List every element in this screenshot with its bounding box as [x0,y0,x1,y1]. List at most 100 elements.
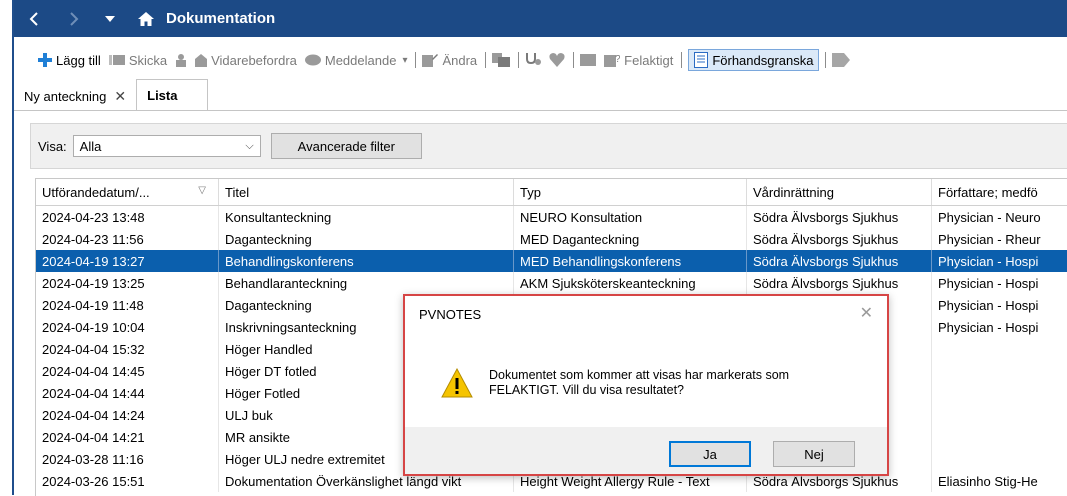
table-cell [932,338,1067,360]
back-arrow-icon[interactable] [24,11,44,26]
table-cell: 2024-03-28 11:16 [36,448,219,470]
table-cell: 2024-04-19 10:04 [36,316,219,338]
send-icon [108,55,125,65]
stethoscope-icon [526,53,542,65]
visa-label: Visa: [38,138,67,154]
visa-selected-value: Alla [79,138,102,154]
send-button[interactable]: Skicka [108,53,167,68]
sign-button[interactable] [525,53,542,67]
table-cell: Physician - Hospi [932,250,1067,272]
toolbar-separator [415,52,417,68]
table-cell: Södra Älvsborgs Sjukhus [747,250,932,272]
table-cell: 2024-04-04 14:21 [36,426,219,448]
heart-icon [549,53,565,67]
speech-bubble-icon [304,54,321,66]
column-header[interactable]: Typ [514,179,747,205]
table-cell: 2024-04-19 13:27 [36,250,219,272]
chevron-down-icon[interactable]: ▾ [402,55,407,66]
table-cell: 2024-04-19 13:25 [36,272,219,294]
table-row[interactable]: 2024-04-23 11:56 Daganteckning MED Dagante… [36,228,1067,250]
close-icon[interactable]: ✕ [860,303,873,323]
toolbar-separator [518,52,520,68]
column-header[interactable]: Författare; medfö [932,179,1067,205]
visa-select[interactable]: Alla ⌵ [72,135,261,157]
tab-bar: Ny anteckning ✕ Lista [14,79,209,110]
edit-button[interactable]: Ändra [422,53,477,68]
table-cell [932,448,1067,470]
edit-icon [422,54,439,67]
add-button[interactable]: Lägg till [38,53,101,68]
tab-new-note[interactable]: Ny anteckning ✕ [14,82,136,110]
table-cell: 2024-04-04 15:32 [36,338,219,360]
sort-arrow-icon: ▽ [198,185,206,196]
table-cell: Physician - Hospi [932,316,1067,338]
copy-icon [492,53,511,67]
approve-button[interactable] [549,53,565,67]
incorrect-icon: ? [604,54,620,67]
forward-button[interactable]: Vidarebefordra [175,53,297,68]
table-cell: 2024-04-19 11:48 [36,294,219,316]
close-icon[interactable]: ✕ [114,88,126,105]
title-bar: Dokumentation [14,0,1067,37]
table-row[interactable]: 2024-04-19 13:27 Behandlingskonferens MED … [36,250,1067,272]
table-cell: 2024-04-04 14:45 [36,360,219,382]
table-cell: MED Behandlingskonferens [514,250,747,272]
document-icon [580,54,597,66]
table-cell: NEURO Konsultation [514,206,747,228]
table-row[interactable]: 2024-04-23 13:48 Konsultanteckning NEURO K… [36,206,1067,228]
toolbar-separator [573,52,575,68]
preview-button[interactable]: Förhandsgranska [688,49,820,71]
filter-bar: Visa: Alla ⌵ Avancerade filter [30,123,1067,169]
svg-text:?: ? [615,54,620,65]
toolbar-separator [825,52,827,68]
plus-icon [38,53,52,67]
no-button[interactable]: Nej [773,441,855,467]
table-header: Utförandedatum/... ▽ Titel Typ Vårdinrät… [36,179,1067,206]
table-cell: AKM Sjuksköterskeanteckning [514,272,747,294]
message-button[interactable]: Meddelande ▾ [304,53,407,68]
table-cell: Behandlingskonferens [219,250,514,272]
table-cell: Physician - Neuro [932,206,1067,228]
table-cell: Physician - Hospi [932,294,1067,316]
chevron-down-icon: ⌵ [245,139,254,152]
dialog-message: Dokumentet som kommer att visas har mark… [489,368,790,397]
column-header[interactable]: Utförandedatum/... ▽ [36,179,219,205]
document-button[interactable] [580,54,597,66]
yes-button[interactable]: Ja [669,441,751,467]
table-cell: 2024-04-23 11:56 [36,228,219,250]
column-header[interactable]: Vårdinrättning [747,179,932,205]
table-cell: Södra Älvsborgs Sjukhus [747,272,932,294]
table-cell [932,404,1067,426]
copy-button[interactable] [492,53,511,67]
table-cell: 2024-03-26 15:51 [36,470,219,492]
warning-icon [441,367,473,401]
users-icon [176,54,208,67]
toolbar-separator [681,52,683,68]
table-cell [932,426,1067,448]
table-cell: MED Daganteckning [514,228,747,250]
table-cell: Konsultanteckning [219,206,514,228]
home-icon[interactable] [136,11,156,26]
table-cell [932,360,1067,382]
tag-icon [832,53,851,67]
table-cell: Daganteckning [219,228,514,250]
tab-divider [14,110,1067,111]
table-cell: Behandlaranteckning [219,272,514,294]
table-cell [932,382,1067,404]
table-cell: Physician - Rheur [932,228,1067,250]
preview-icon [694,52,709,68]
column-header[interactable]: Titel [219,179,514,205]
table-row[interactable]: 2024-04-19 13:25 Behandlaranteckning AKM S… [36,272,1067,294]
table-cell: 2024-04-23 13:48 [36,206,219,228]
dropdown-icon[interactable] [102,15,118,22]
forward-arrow-icon[interactable] [64,11,84,26]
incorrect-button[interactable]: ? Felaktigt [604,53,673,68]
table-cell: 2024-04-04 14:24 [36,404,219,426]
dialog-title: PVNOTES [419,307,482,322]
tab-list[interactable]: Lista [136,79,209,110]
advanced-filter-button[interactable]: Avancerade filter [270,133,422,159]
toolbar-separator [485,52,487,68]
tag-button[interactable] [832,53,851,67]
table-cell: Södra Älvsborgs Sjukhus [747,228,932,250]
table-cell: Södra Älvsborgs Sjukhus [747,206,932,228]
